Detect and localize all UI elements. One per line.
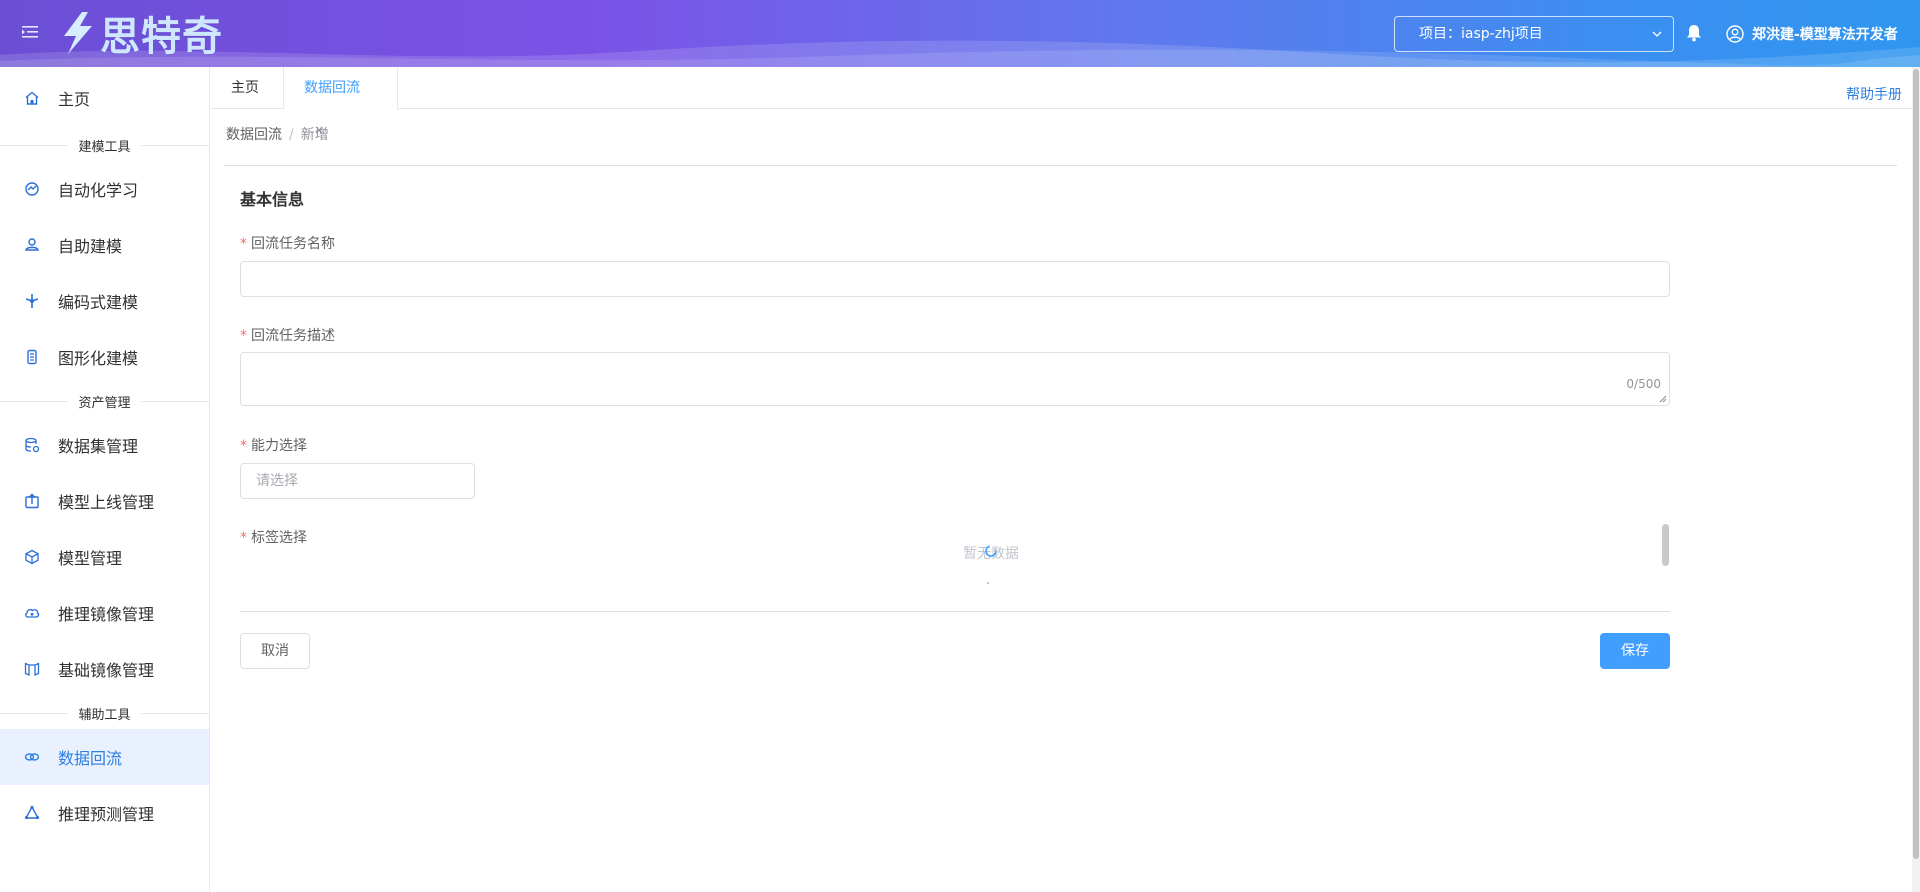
breadcrumb-parent[interactable]: 数据回流 (226, 127, 282, 143)
sidebar-item-inference-predict[interactable]: 推理预测管理 (0, 785, 209, 841)
sidebar-item-label: 推理预测管理 (58, 805, 155, 824)
top-header: 思特奇 项目：iasp-zhj项目 郑洪建-模型算法开发者 (0, 0, 1920, 67)
project-select-value: 项目：iasp-zhj项目 (1419, 26, 1543, 42)
page-scrollbar-thumb[interactable] (1913, 69, 1919, 859)
required-mark: * (240, 530, 247, 546)
sidebar-item-data-reflow[interactable]: 数据回流 (0, 729, 209, 785)
sidebar-item-base-image[interactable]: 基础镜像管理 (0, 641, 209, 697)
breadcrumb: 数据回流 / 新增 (226, 124, 329, 144)
home-icon (24, 90, 40, 106)
page-scrollbar[interactable] (1912, 67, 1920, 892)
user-menu[interactable]: 郑洪建-模型算法开发者 (1726, 20, 1898, 48)
brand-logo[interactable]: 思特奇 (56, 8, 223, 60)
inference-image-icon (24, 605, 40, 621)
help-manual-link[interactable]: 帮助手册 (1846, 84, 1902, 104)
tab-bar: 主页 数据回流× 帮助手册 (211, 67, 1920, 137)
brand-name: 思特奇 (100, 14, 223, 60)
sidebar-item-graphic-modeling[interactable]: 图形化建模 (0, 329, 209, 385)
sidebar-item-home[interactable]: 主页 (0, 67, 209, 129)
sidebar-item-dataset[interactable]: 数据集管理 (0, 417, 209, 473)
tag-list-scrollbar[interactable] (1662, 524, 1669, 566)
ability-label: * 能力选择 (240, 438, 307, 454)
sidebar-group-title: 建模工具 (0, 133, 209, 157)
sidebar-item-label: 模型管理 (58, 549, 123, 568)
sidebar-group-title: 辅助工具 (0, 701, 209, 725)
divider (240, 611, 1670, 612)
model-deploy-icon (24, 493, 40, 509)
char-counter: 0/500 (1626, 377, 1661, 391)
chevron-down-icon (1651, 17, 1663, 64)
divider (224, 165, 1897, 166)
sidebar-item-label: 自动化学习 (58, 181, 139, 200)
sidebar-item-label: 模型上线管理 (58, 493, 155, 512)
required-mark: * (240, 438, 247, 454)
sidebar-item-self-modeling[interactable]: 自助建模 (0, 217, 209, 273)
project-select[interactable]: 项目：iasp-zhj项目 (1394, 16, 1674, 52)
menu-toggle-icon[interactable] (22, 24, 42, 44)
sidebar-item-label: 主页 (58, 90, 91, 109)
user-circle-icon (1726, 25, 1744, 43)
sidebar-item-inference-image[interactable]: 推理镜像管理 (0, 585, 209, 641)
code-modeling-icon (24, 293, 40, 309)
sidebar-item-model-management[interactable]: 模型管理 (0, 529, 209, 585)
required-mark: * (240, 236, 247, 252)
sidebar-item-label: 基础镜像管理 (58, 661, 155, 680)
model-cube-icon (24, 549, 40, 565)
cancel-button[interactable]: 取消 (240, 633, 310, 669)
tab-label: 数据回流 (304, 80, 360, 96)
base-image-icon (24, 661, 40, 677)
required-mark: * (240, 328, 247, 344)
tag-label: * 标签选择 (240, 530, 307, 546)
tab-data-reflow[interactable]: 数据回流× (284, 67, 398, 137)
task-desc-textarea[interactable]: 0/500 (240, 352, 1670, 406)
logo-bolt-icon (64, 12, 92, 54)
self-modeling-icon (24, 237, 40, 253)
sidebar-item-label: 数据集管理 (58, 437, 139, 456)
sidebar-group-title: 资产管理 (0, 389, 209, 413)
sidebar-item-label: 自助建模 (58, 237, 123, 256)
sidebar: 主页 建模工具 自动化学习 自助建模 编码式建模 图形化建模 资产管理 数据集管… (0, 67, 210, 892)
inference-predict-icon (24, 805, 40, 821)
breadcrumb-separator: / (289, 127, 294, 143)
save-button[interactable]: 保存 (1600, 633, 1670, 669)
breadcrumb-current: 新增 (300, 127, 329, 143)
data-reflow-icon (24, 749, 40, 765)
task-name-input[interactable] (240, 261, 1670, 297)
tab-label: 主页 (231, 80, 259, 96)
user-name: 郑洪建-模型算法开发者 (1752, 27, 1898, 43)
sidebar-item-label: 推理镜像管理 (58, 605, 155, 624)
sidebar-item-automl[interactable]: 自动化学习 (0, 161, 209, 217)
tab-home[interactable]: 主页 (211, 67, 284, 109)
sidebar-item-label: 编码式建模 (58, 293, 139, 312)
sidebar-item-code-modeling[interactable]: 编码式建模 (0, 273, 209, 329)
graphic-modeling-icon (24, 349, 40, 365)
sidebar-item-model-deploy[interactable]: 模型上线管理 (0, 473, 209, 529)
section-title: 基本信息 (240, 190, 305, 209)
ability-select[interactable]: 请选择 (240, 463, 475, 499)
sidebar-item-label: 图形化建模 (58, 349, 139, 368)
loading-dot (987, 582, 989, 584)
automl-icon (24, 181, 40, 197)
task-name-label: * 回流任务名称 (240, 236, 335, 252)
loading-spinner-icon (985, 545, 997, 557)
sidebar-item-label: 数据回流 (58, 749, 123, 768)
bell-icon[interactable] (1686, 24, 1704, 44)
dataset-icon (24, 437, 40, 453)
task-desc-label: * 回流任务描述 (240, 328, 335, 344)
resize-grip-icon[interactable] (1659, 395, 1667, 403)
